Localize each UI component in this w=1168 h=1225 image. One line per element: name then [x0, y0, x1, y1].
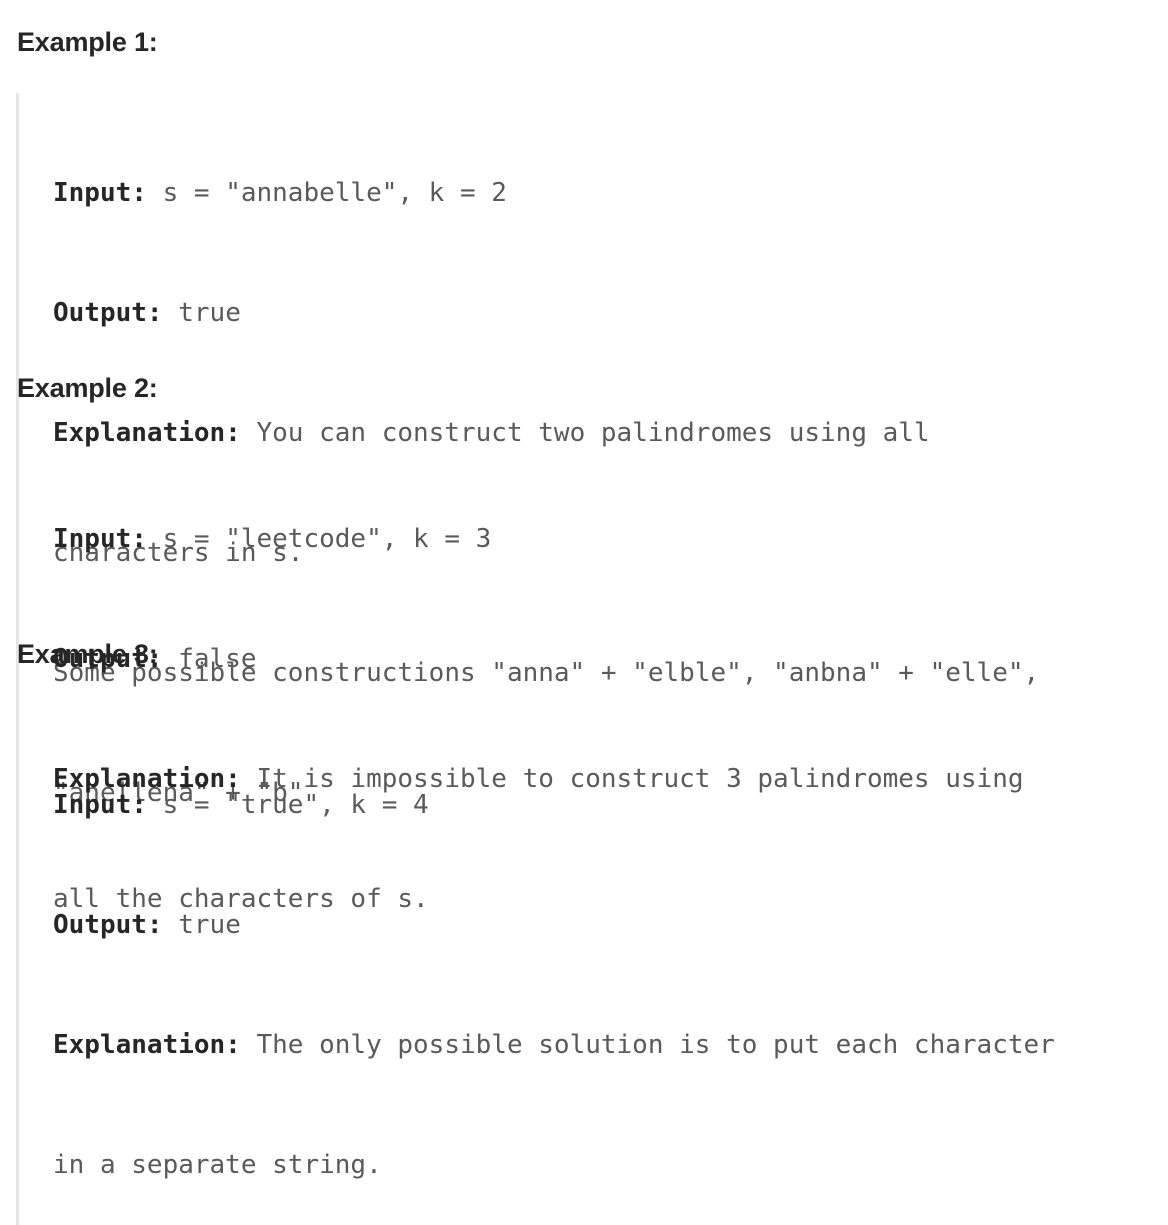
- output-label: Output:: [53, 910, 163, 940]
- input-value: s = "leetcode", k = 3: [146, 524, 492, 554]
- output-value: false: [162, 644, 257, 674]
- explanation-line: Explanation: The only possible solution …: [53, 1025, 1156, 1065]
- explanation-text: The only possible solution is to put eac…: [240, 1030, 1055, 1060]
- input-label: Input:: [53, 790, 147, 820]
- output-line: Output: true: [53, 293, 1156, 333]
- example-3-heading: Example 3:: [17, 639, 158, 669]
- output-line: Output: false: [53, 639, 1156, 679]
- input-line: Input: s = "annabelle", k = 2: [53, 173, 1156, 213]
- example-1-heading: Example 1:: [17, 27, 158, 57]
- example-3-block: Input: s = "true", k = 4 Output: true Ex…: [16, 705, 1156, 1225]
- input-label: Input:: [53, 524, 147, 554]
- output-line: Output: true: [53, 905, 1156, 945]
- input-value: s = "true", k = 4: [146, 790, 429, 820]
- input-line: Input: s = "leetcode", k = 3: [53, 519, 1156, 559]
- output-value: true: [162, 298, 241, 328]
- input-value: s = "annabelle", k = 2: [146, 178, 507, 208]
- explanation-text: in a separate string.: [53, 1150, 382, 1180]
- output-label: Output:: [53, 298, 163, 328]
- example-2-heading: Example 2:: [17, 373, 158, 403]
- output-value: true: [162, 910, 241, 940]
- input-line: Input: s = "true", k = 4: [53, 785, 1156, 825]
- explanation-label: Explanation:: [53, 1030, 241, 1060]
- input-label: Input:: [53, 178, 147, 208]
